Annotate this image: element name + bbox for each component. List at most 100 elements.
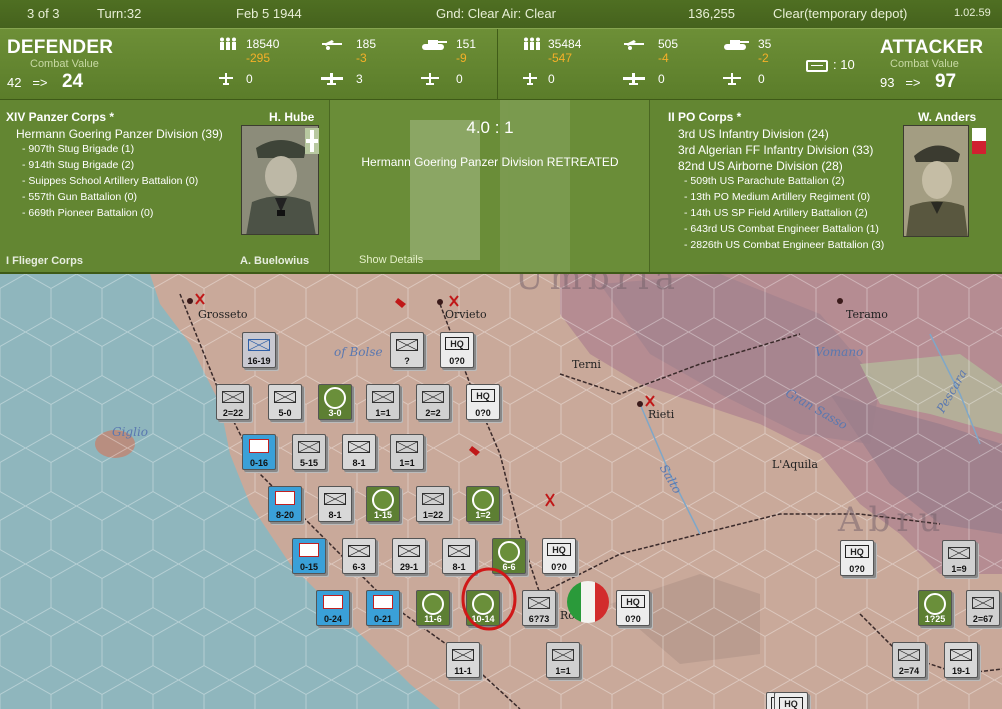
unit-counter[interactable]: 2=67	[966, 590, 1000, 626]
unit-counter[interactable]: HQ 0?0	[440, 332, 474, 368]
combat-stats-bar: DEFENDER Combat Value 42 => 24 18540 -295…	[0, 28, 1002, 101]
unit-counter[interactable]: HQ 0?0	[466, 384, 500, 420]
defender-battalion: - 557th Gun Battalion (0)	[22, 191, 137, 203]
unit-counter[interactable]: 8-1	[342, 434, 376, 470]
unit-counter[interactable]: 1?25	[918, 590, 952, 626]
infantry-symbol-icon	[422, 391, 444, 403]
unit-counter[interactable]: HQ 0?0	[840, 540, 874, 576]
unit-strength-label: ?	[404, 356, 410, 366]
attacker-bombers: 0	[658, 72, 665, 86]
unit-strength-label: 0-16	[249, 458, 268, 468]
unit-counter[interactable]: 0-24	[316, 590, 350, 626]
attacker-guns: 505 -4	[658, 37, 679, 65]
unit-strength-label: 0-21	[373, 614, 392, 624]
factory-symbol-icon	[299, 543, 319, 557]
version-label: 1.02.59	[954, 7, 991, 19]
attacker-cv-values: 93 => 97	[880, 71, 956, 93]
infantry-symbol-icon	[372, 391, 394, 403]
infantry-symbol-icon	[348, 545, 370, 557]
unit-counter[interactable]: 11-6	[416, 590, 450, 626]
commander-portrait	[903, 125, 969, 237]
river-label-vomano: Vomano	[815, 345, 864, 359]
stats-divider	[497, 29, 498, 101]
armor-symbol-icon	[472, 489, 494, 511]
infantry-symbol-icon	[396, 441, 418, 453]
italian-flag-objective-icon[interactable]	[566, 580, 610, 624]
unit-strength-label: 8-20	[275, 510, 294, 520]
unit-counter[interactable]: 2=2	[416, 384, 450, 420]
unit-counter[interactable]: 5-0	[268, 384, 302, 420]
hq-symbol-icon: HQ	[621, 595, 645, 608]
attacker-corps-name: II PO Corps *	[668, 110, 742, 124]
tank-icon	[724, 40, 749, 50]
truck-counter: : 10	[806, 57, 855, 72]
defender-corps-name: XIV Panzer Corps *	[6, 110, 115, 124]
attacker-battalion: - 14th US SP Field Artillery Battalion (…	[684, 207, 868, 219]
city-label-orvieto: Orvieto	[445, 308, 487, 321]
defender-battalion: - 669th Pioneer Battalion (0)	[22, 207, 154, 219]
unit-counter[interactable]: 1=1	[366, 384, 400, 420]
unit-counter[interactable]: 1=1	[546, 642, 580, 678]
unit-counter[interactable]: HQ 0?0	[616, 590, 650, 626]
defender-bombers: 3	[356, 72, 363, 86]
defender-tanks: 151 -9	[456, 37, 477, 65]
unit-counter[interactable]: 11-1	[446, 642, 480, 678]
unit-counter[interactable]: 1-15	[366, 486, 400, 522]
unit-counter[interactable]: 8-20	[268, 486, 302, 522]
defender-cv-arrow: =>	[32, 75, 48, 90]
unit-strength-label: 5-0	[278, 408, 292, 418]
strategic-map[interactable]: Umbria Abru Grosseto Orvieto Terni Rieti…	[0, 274, 1002, 709]
unit-counter[interactable]: 6-3	[342, 538, 376, 574]
depot-status: Clear(temporary depot)	[773, 6, 908, 21]
unit-counter[interactable]: 1=1	[390, 434, 424, 470]
unit-counter[interactable]: 0-15	[292, 538, 326, 574]
unit-strength-label: 1=2	[475, 510, 491, 520]
attacker-flag-icon	[972, 128, 986, 154]
unit-counter[interactable]: HQ 0?0	[542, 538, 576, 574]
unit-counter[interactable]: 3-0	[318, 384, 352, 420]
unit-counter[interactable]: 6?73	[522, 590, 556, 626]
infantry-symbol-icon	[222, 391, 244, 403]
unit-counter[interactable]: 1=22	[416, 486, 450, 522]
bomber-plane-icon	[623, 73, 645, 85]
city-label-laquila: L'Aquila	[772, 458, 818, 471]
unit-counter[interactable]: 2=74	[892, 642, 926, 678]
unit-strength-label: 2=74	[898, 666, 920, 676]
unit-strength-label: 2=22	[222, 408, 244, 418]
battle-result-column: 4.0 : 1 Hermann Goering Panzer Division …	[330, 100, 650, 272]
unit-strength-label: 1=1	[555, 666, 571, 676]
infantry-symbol-icon	[422, 493, 444, 505]
attacker-commander-name: W. Anders	[918, 110, 977, 124]
unit-counter[interactable]: 8-1	[318, 486, 352, 522]
attacker-tanks: 35 -2	[758, 37, 772, 65]
unit-strength-label: 11-6	[424, 614, 442, 624]
unit-strength-label: 29-1	[399, 562, 418, 572]
unit-counter[interactable]: 0-16	[242, 434, 276, 470]
unit-strength-label: 0?0	[625, 614, 641, 624]
unit-counter[interactable]: 2=22	[216, 384, 250, 420]
attacker-oob-column: II PO Corps * W. Anders 3rd US Infantry …	[650, 100, 1002, 272]
fighter-plane-icon	[523, 73, 537, 85]
unit-counter[interactable]: 1=2	[466, 486, 500, 522]
transport-plane-icon	[723, 73, 741, 85]
show-details-link[interactable]: Show Details	[359, 254, 423, 266]
unit-counter[interactable]: 19-1	[944, 642, 978, 678]
factory-symbol-icon	[249, 439, 269, 453]
unit-counter[interactable]: HQHQ	[774, 692, 808, 709]
infantry-symbol-icon	[948, 547, 970, 559]
attacker-title: ATTACKER	[880, 37, 984, 58]
bomber-plane-icon	[321, 73, 343, 85]
unit-counter[interactable]: 16-19	[242, 332, 276, 368]
unit-counter[interactable]: ?	[390, 332, 424, 368]
unit-counter[interactable]: 1=9	[942, 540, 976, 576]
factory-symbol-icon	[275, 491, 295, 505]
unit-counter[interactable]: 0-21	[366, 590, 400, 626]
map-terrain	[0, 274, 1002, 709]
defender-battalion: - Suippes School Artillery Battalion (0)	[22, 175, 199, 187]
unit-counter[interactable]: 5-15	[292, 434, 326, 470]
page-indicator[interactable]: 3 of 3	[27, 6, 60, 21]
defender-division: Hermann Goering Panzer Division (39)	[16, 127, 223, 141]
infantry-symbol-icon	[248, 339, 270, 351]
unit-strength-label: 2=2	[425, 408, 441, 418]
unit-counter[interactable]: 29-1	[392, 538, 426, 574]
